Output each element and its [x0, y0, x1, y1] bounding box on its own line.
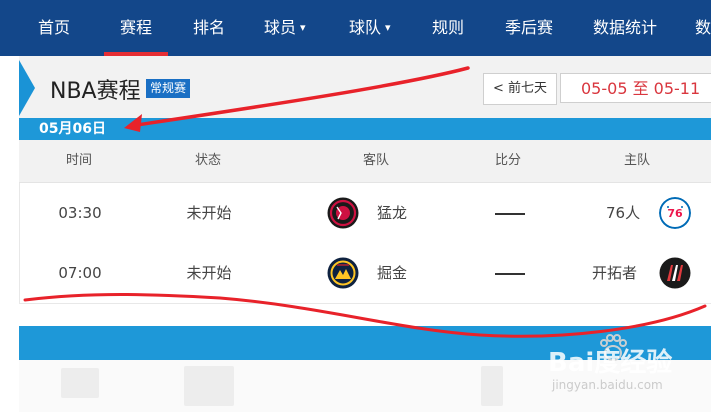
score-placeholder-dash	[495, 213, 525, 215]
game-time: 03:30	[58, 204, 102, 222]
game-status: 未开始	[186, 264, 232, 282]
date-bar: 05月06日	[19, 118, 711, 140]
prev-week-button[interactable]: < 前七天	[483, 73, 557, 105]
home-team-name[interactable]: 开拓者	[592, 243, 637, 303]
nav-item-players-label: 球员	[264, 18, 297, 37]
nav-item-more[interactable]: 数	[695, 0, 711, 56]
baidu-jingyan-watermark: Bai度经验 jingyan.baidu.com	[540, 332, 710, 402]
nav-item-rules[interactable]: 规则	[432, 0, 464, 56]
away-team-name[interactable]: 猛龙	[377, 183, 407, 243]
col-time: 时间	[65, 153, 93, 168]
trail-blazers-logo-icon	[659, 257, 691, 289]
game-status: 未开始	[186, 204, 232, 222]
table-row[interactable]: 03:30 未开始 猛龙 76人 76	[19, 183, 711, 244]
svg-text:76: 76	[667, 207, 683, 220]
nav-item-stats[interactable]: 数据统计	[593, 0, 657, 56]
blurred-content	[481, 366, 503, 406]
watermark-url: jingyan.baidu.com	[552, 378, 663, 392]
date-label: 05月06日	[39, 121, 106, 137]
date-range-display[interactable]: 05-05 至 05-11	[560, 73, 711, 103]
chevron-down-icon: ▾	[300, 21, 306, 34]
top-nav: 首页 赛程 排名 球员 ▾ 球队 ▾ 规则 季后赛 数据统计 数	[0, 0, 711, 56]
nav-item-standings[interactable]: 排名	[193, 0, 225, 56]
season-type-badge: 常规赛	[146, 79, 191, 98]
table-row[interactable]: 07:00 未开始 掘金 开拓者	[19, 243, 711, 304]
game-time: 07:00	[58, 264, 102, 282]
blurred-content	[61, 368, 99, 398]
76ers-logo-icon: 76	[659, 197, 691, 229]
nav-item-teams[interactable]: 球队 ▾	[349, 0, 391, 56]
table-header: 时间 状态 客队 比分 主队	[19, 140, 711, 183]
nav-item-playoffs[interactable]: 季后赛	[505, 0, 553, 56]
nav-item-teams-label: 球队	[349, 18, 382, 37]
nav-item-schedule[interactable]: 赛程	[120, 0, 152, 56]
home-team-name[interactable]: 76人	[606, 183, 640, 243]
page-title: NBA赛程	[50, 79, 141, 104]
nuggets-logo-icon	[327, 257, 359, 289]
nav-item-home[interactable]: 首页	[38, 0, 70, 56]
away-team-name[interactable]: 掘金	[377, 243, 407, 303]
score-placeholder-dash	[495, 273, 525, 275]
header-accent-arrow	[19, 60, 35, 116]
col-status: 状态	[194, 153, 222, 168]
raptors-logo-icon	[327, 197, 359, 229]
col-score: 比分	[494, 153, 522, 168]
chevron-down-icon: ▾	[385, 21, 391, 34]
col-away: 客队	[362, 153, 390, 168]
blurred-content	[184, 366, 234, 406]
col-home: 主队	[623, 153, 651, 168]
nav-item-players[interactable]: 球员 ▾	[264, 0, 306, 56]
watermark-text: Bai度经验	[548, 348, 673, 378]
